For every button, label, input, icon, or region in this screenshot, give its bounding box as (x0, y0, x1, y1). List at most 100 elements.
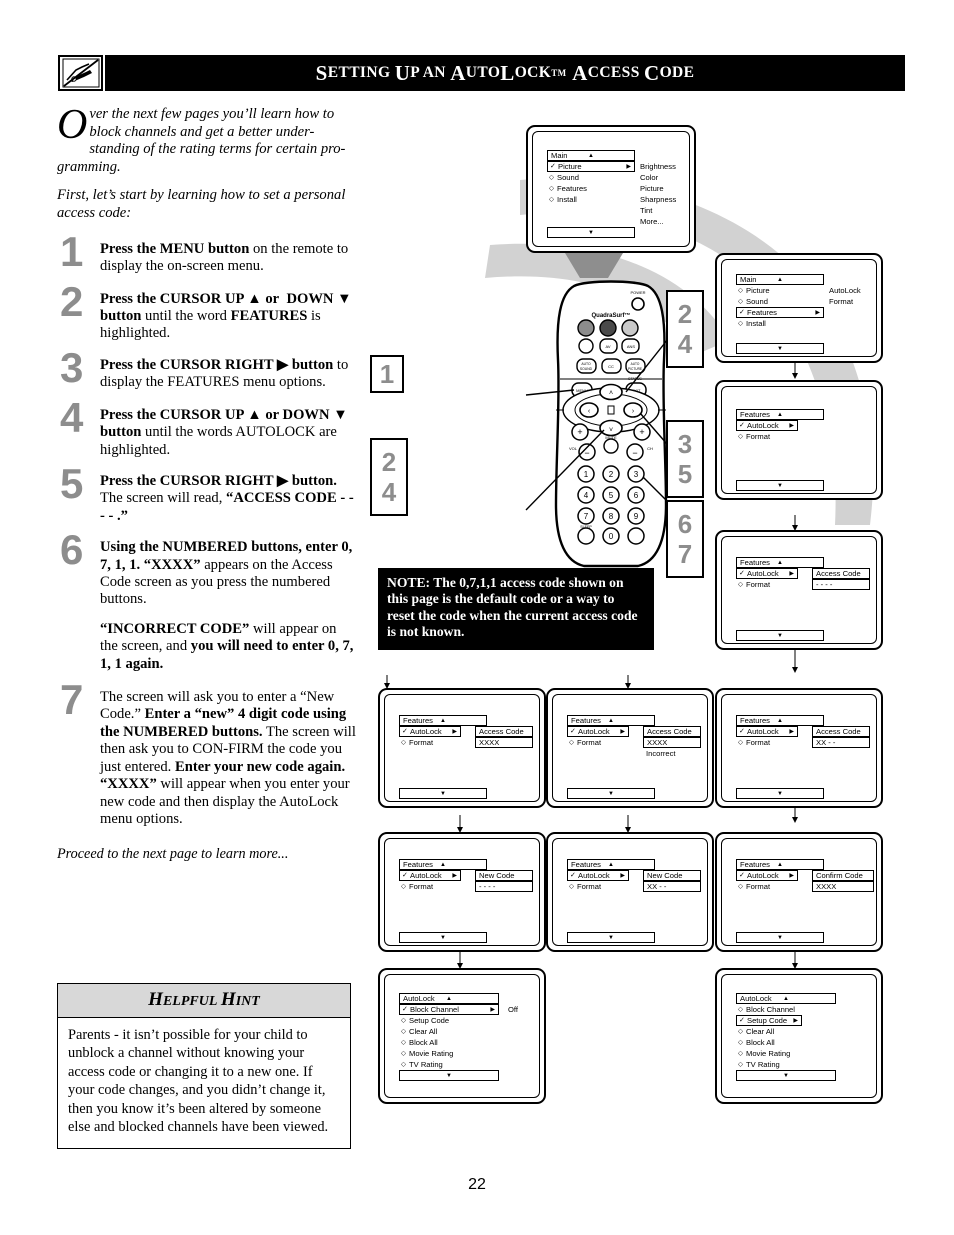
osd-value-field[interactable]: XXXX (812, 881, 874, 892)
osd-item-movie-rating[interactable]: ◇ Movie Rating (736, 1048, 836, 1059)
check-icon: ✓ (402, 871, 408, 879)
diamond-icon: ◇ (738, 882, 743, 890)
scroll-up-icon: ▲ (777, 276, 783, 283)
svg-text:4: 4 (584, 491, 589, 500)
osd-value-field[interactable]: XX - - (812, 737, 870, 748)
osd-item-format[interactable]: ◇ Format (399, 737, 487, 748)
osd-item-format[interactable]: ◇ Format (736, 881, 824, 892)
proceed-text: Proceed to the next page to learn more..… (57, 846, 289, 863)
svg-text:SLEEP: SLEEP (580, 525, 592, 529)
osd-title: Features ▲ (736, 715, 824, 726)
scroll-down-icon[interactable]: ▼ (736, 480, 824, 491)
osd-item-setup-code[interactable]: ✓ Setup Code ▶ (736, 1015, 802, 1026)
scroll-down-icon[interactable]: ▼ (567, 932, 655, 943)
check-icon: ✓ (739, 421, 745, 429)
scroll-up-icon: ▲ (777, 411, 783, 418)
osd-item-autolock[interactable]: ✓ AutoLock ▶ (736, 420, 798, 431)
osd-item-autolock[interactable]: ✓ AutoLock ▶ (736, 568, 798, 579)
osd-item-picture[interactable]: ✓ Picture ▶ (547, 161, 635, 172)
osd-item-format[interactable]: ◇ Format (567, 881, 655, 892)
scroll-down-icon[interactable]: ▼ (399, 788, 487, 799)
osd-item-format[interactable]: ◇ Format (736, 579, 824, 590)
intro-paragraph-2: First, let’s start by learning how to se… (57, 187, 346, 221)
osd-item-autolock[interactable]: ✓ AutoLock ▶ (399, 870, 461, 881)
svg-text:+: + (639, 427, 644, 437)
scroll-down-icon[interactable]: ▼ (547, 227, 635, 238)
osd-item-format[interactable]: ◇ Format (567, 737, 655, 748)
osd-item-features[interactable]: ✓ Features ▶ (736, 307, 824, 318)
osd-sub-item[interactable]: Color (637, 172, 697, 183)
osd-item-block-all[interactable]: ◇ Block All (736, 1037, 836, 1048)
hand-writing-crossed-icon (58, 55, 103, 91)
osd-item-autolock[interactable]: ✓ AutoLock ▶ (736, 726, 798, 737)
step-number: 7 (60, 676, 84, 724)
osd-item-clear-all[interactable]: ◇ Clear All (399, 1026, 499, 1037)
step-1: 1 Press the MENU button on the remote to… (57, 230, 357, 277)
scroll-down-icon[interactable]: ▼ (736, 343, 824, 354)
osd-value-field[interactable]: XX - - (643, 881, 701, 892)
diagram-area: Main ▲ ✓ Picture ▶ ◇ Sound ◇ Features ◇ Instal… (370, 110, 915, 1130)
osd-item-format[interactable]: ◇ Format (399, 881, 487, 892)
osd-sub-item[interactable]: Tint (637, 205, 697, 216)
osd-sub-item[interactable]: AutoLock (826, 285, 884, 296)
osd-item-block-channel[interactable]: ✓ Block Channel ▶ (399, 1004, 499, 1015)
osd-value-field[interactable]: XXXX (643, 737, 701, 748)
scroll-down-icon[interactable]: ▼ (736, 788, 824, 799)
scroll-down-icon[interactable]: ▼ (567, 788, 655, 799)
osd-sub-item[interactable]: Picture (637, 183, 697, 194)
osd-value-field[interactable]: XXXX (475, 737, 533, 748)
check-icon: ✓ (739, 308, 745, 316)
scroll-down-icon[interactable]: ▼ (736, 630, 824, 641)
svg-text:3: 3 (634, 470, 639, 479)
step-4: 4 Press the CURSOR UP ▲ or DOWN ▼ button… (57, 396, 357, 459)
tv-screen-new-code-partial: Features ▲ ✓ AutoLock ▶ ◇ Format New Code XX… (546, 832, 714, 952)
scroll-down-icon[interactable]: ▼ (736, 1070, 836, 1081)
osd-sub-item[interactable]: Brightness (637, 161, 697, 172)
intro-text: Over the next few pages you’ll learn how… (57, 104, 357, 223)
page-header-bar: S ETTING UP AN A UTO L OCK TM A CCESS C ODE (105, 55, 905, 91)
osd-item-format[interactable]: ◇ Format (736, 431, 824, 442)
scroll-down-icon[interactable]: ▼ (399, 932, 487, 943)
scroll-down-icon[interactable]: ▼ (399, 1070, 499, 1081)
note-box: NOTE: The 0,7,1,1 access code shown on t… (378, 568, 654, 650)
diamond-icon: ◇ (738, 1005, 743, 1013)
osd-item-tv-rating[interactable]: ◇ TV Rating (736, 1059, 836, 1070)
osd-sub-item[interactable]: More... (637, 216, 697, 227)
osd-item-autolock[interactable]: ✓ AutoLock ▶ (567, 870, 629, 881)
osd-value-field[interactable]: - - - - (475, 881, 533, 892)
osd-item-picture[interactable]: ◇ Picture (736, 285, 824, 296)
osd-item-autolock[interactable]: ✓ AutoLock ▶ (736, 870, 798, 881)
osd-title: Main ▲ (547, 150, 635, 161)
osd-item-features[interactable]: ◇ Features (547, 183, 635, 194)
osd-title: Main ▲ (736, 274, 824, 285)
osd-item-autolock[interactable]: ✓ AutoLock ▶ (399, 726, 461, 737)
svg-text:QuadraSurf™: QuadraSurf™ (591, 312, 630, 319)
diamond-icon: ◇ (549, 195, 554, 203)
chevron-right-icon: ▶ (789, 728, 794, 735)
diamond-icon: ◇ (738, 1038, 743, 1046)
osd-item-movie-rating[interactable]: ◇ Movie Rating (399, 1048, 499, 1059)
osd-value-field[interactable]: - - - - (812, 579, 870, 590)
scroll-up-icon: ▲ (777, 861, 783, 868)
osd-item-install[interactable]: ◇ Install (547, 194, 635, 205)
chevron-right-icon: ▶ (815, 309, 820, 316)
osd-item-block-channel[interactable]: ◇ Block Channel (736, 1004, 836, 1015)
diamond-icon: ◇ (401, 1038, 406, 1046)
osd-item-format[interactable]: ◇ Format (736, 737, 824, 748)
tv-screen-access-code-empty: Features ▲ ✓ AutoLock ▶ ◇ Format Access Code… (715, 530, 883, 650)
check-icon: ✓ (739, 727, 745, 735)
osd-item-sound[interactable]: ◇ Sound (547, 172, 635, 183)
osd-sub-item[interactable]: Sharpness (637, 194, 697, 205)
osd-item-sound[interactable]: ◇ Sound (736, 296, 824, 307)
osd-sub-item[interactable]: Format (826, 296, 884, 307)
osd-item-clear-all[interactable]: ◇ Clear All (736, 1026, 836, 1037)
osd-item-block-all[interactable]: ◇ Block All (399, 1037, 499, 1048)
scroll-down-icon[interactable]: ▼ (736, 932, 824, 943)
osd-item-tv-rating[interactable]: ◇ TV Rating (399, 1059, 499, 1070)
tv-screen-access-code-partial: Features ▲ ✓ AutoLock ▶ ◇ Format Access Code… (715, 688, 883, 808)
osd-item-install[interactable]: ◇ Install (736, 318, 824, 329)
osd-item-autolock[interactable]: ✓ AutoLock ▶ (567, 726, 629, 737)
chevron-right-icon: ▶ (452, 728, 457, 735)
osd-item-setup-code[interactable]: ◇ Setup Code (399, 1015, 499, 1026)
diamond-icon: ◇ (738, 1060, 743, 1068)
